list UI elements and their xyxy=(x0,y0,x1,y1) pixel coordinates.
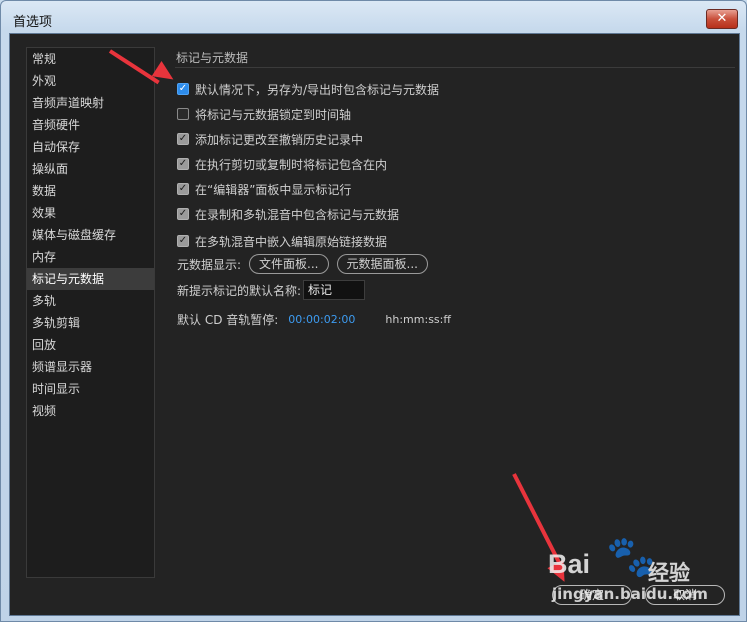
option-row[interactable]: 将标记与元数据锁定到时间轴 xyxy=(177,104,351,124)
option-checkbox[interactable]: ✓ xyxy=(177,183,189,195)
timecode-format: hh:mm:ss:ff xyxy=(385,312,451,326)
option-checkbox[interactable]: ✓ xyxy=(177,133,189,145)
sidebar-item[interactable]: 效果 xyxy=(27,202,154,224)
option-row[interactable]: ✓ 添加标记更改至撤销历史记录中 xyxy=(177,129,363,149)
sidebar-item[interactable]: 视频 xyxy=(27,400,154,422)
option-label: 在多轨混音中嵌入编辑原始链接数据 xyxy=(195,234,388,249)
option-row[interactable]: ✓ 在“编辑器”面板中显示标记行 xyxy=(177,179,351,199)
metadata-display-row: 元数据显示: 文件面板... 元数据面板... xyxy=(177,254,428,274)
option-checkbox[interactable]: ✓ xyxy=(177,235,189,247)
option-label: 在“编辑器”面板中显示标记行 xyxy=(195,182,352,197)
watermark-url: jingyan.baidu.com xyxy=(552,585,708,603)
sidebar-item[interactable]: 时间显示 xyxy=(27,378,154,400)
close-button[interactable]: ✕ xyxy=(706,9,738,29)
title-bar: 首选项 ✕ xyxy=(1,1,746,35)
default-marker-name-row: 新提示标记的默认名称: 标记 xyxy=(177,280,366,300)
category-list: 常规 外观 音频声道映射 音频硬件 自动保存 操纵面 数据 效果 媒体与磁盘缓存 内存 标记与元数据… xyxy=(26,47,155,578)
metadata-panel-button[interactable]: 元数据面板... xyxy=(336,254,428,274)
sidebar-item[interactable]: 标记与元数据 xyxy=(27,268,154,290)
checkmark-icon: ✓ xyxy=(178,235,188,246)
close-icon: ✕ xyxy=(716,11,728,26)
baidu-watermark: Bai 🐾 经验 jingyan.baidu.com xyxy=(548,527,728,603)
cd-pause-label: 默认 CD 音轨暂停: xyxy=(177,312,279,327)
window-title: 首选项 xyxy=(13,15,53,30)
checkmark-icon: ✓ xyxy=(178,133,188,144)
sidebar-item[interactable]: 自动保存 xyxy=(27,136,154,158)
option-label: 将标记与元数据锁定到时间轴 xyxy=(195,107,352,122)
option-label: 添加标记更改至撤销历史记录中 xyxy=(195,132,364,147)
sidebar-item[interactable]: 外观 xyxy=(27,70,154,92)
section-divider xyxy=(175,67,735,68)
option-checkbox[interactable]: ✓ xyxy=(177,83,189,95)
settings-panel: 标记与元数据 ✓ 默认情况下，另存为/导出时包含标记与元数据 将标记与元数据锁定到时… xyxy=(175,47,735,587)
default-marker-name-input[interactable]: 标记 xyxy=(303,280,366,300)
option-row[interactable]: ✓ 在录制和多轨混音中包含标记与元数据 xyxy=(177,204,399,224)
sidebar-item[interactable]: 媒体与磁盘缓存 xyxy=(27,224,154,246)
option-label: 默认情况下，另存为/导出时包含标记与元数据 xyxy=(195,82,440,97)
sidebar-item[interactable]: 内存 xyxy=(27,246,154,268)
checkmark-icon: ✓ xyxy=(178,158,188,169)
checkmark-icon: ✓ xyxy=(178,208,188,219)
sidebar-item[interactable]: 音频硬件 xyxy=(27,114,154,136)
sidebar-item[interactable]: 频谱显示器 xyxy=(27,356,154,378)
section-title: 标记与元数据 xyxy=(176,51,249,65)
option-row[interactable]: ✓ 默认情况下，另存为/导出时包含标记与元数据 xyxy=(177,79,439,99)
option-checkbox[interactable] xyxy=(177,108,189,120)
cd-pause-row: 默认 CD 音轨暂停: 00:00:02:00 hh:mm:ss:ff xyxy=(177,309,451,329)
checkmark-icon: ✓ xyxy=(178,183,188,194)
file-panel-button[interactable]: 文件面板... xyxy=(249,254,329,274)
sidebar-item[interactable]: 多轨 xyxy=(27,290,154,312)
metadata-display-label: 元数据显示: xyxy=(177,257,242,272)
option-label: 在录制和多轨混音中包含标记与元数据 xyxy=(195,207,400,222)
option-row[interactable]: ✓ 在多轨混音中嵌入编辑原始链接数据 xyxy=(177,231,387,251)
option-row[interactable]: ✓ 在执行剪切或复制时将标记包含在内 xyxy=(177,154,387,174)
option-checkbox[interactable]: ✓ xyxy=(177,208,189,220)
sidebar-item[interactable]: 音频声道映射 xyxy=(27,92,154,114)
cd-pause-timecode[interactable]: 00:00:02:00 xyxy=(288,313,355,326)
sidebar-item[interactable]: 数据 xyxy=(27,180,154,202)
sidebar-item[interactable]: 多轨剪辑 xyxy=(27,312,154,334)
checkmark-icon: ✓ xyxy=(178,83,188,94)
default-marker-name-label: 新提示标记的默认名称: xyxy=(177,283,302,298)
option-label: 在执行剪切或复制时将标记包含在内 xyxy=(195,157,388,172)
option-checkbox[interactable]: ✓ xyxy=(177,158,189,170)
sidebar-item[interactable]: 操纵面 xyxy=(27,158,154,180)
sidebar-item[interactable]: 回放 xyxy=(27,334,154,356)
watermark-brand: Bai xyxy=(548,549,591,579)
watermark-brand-cn: 经验 xyxy=(648,561,690,585)
